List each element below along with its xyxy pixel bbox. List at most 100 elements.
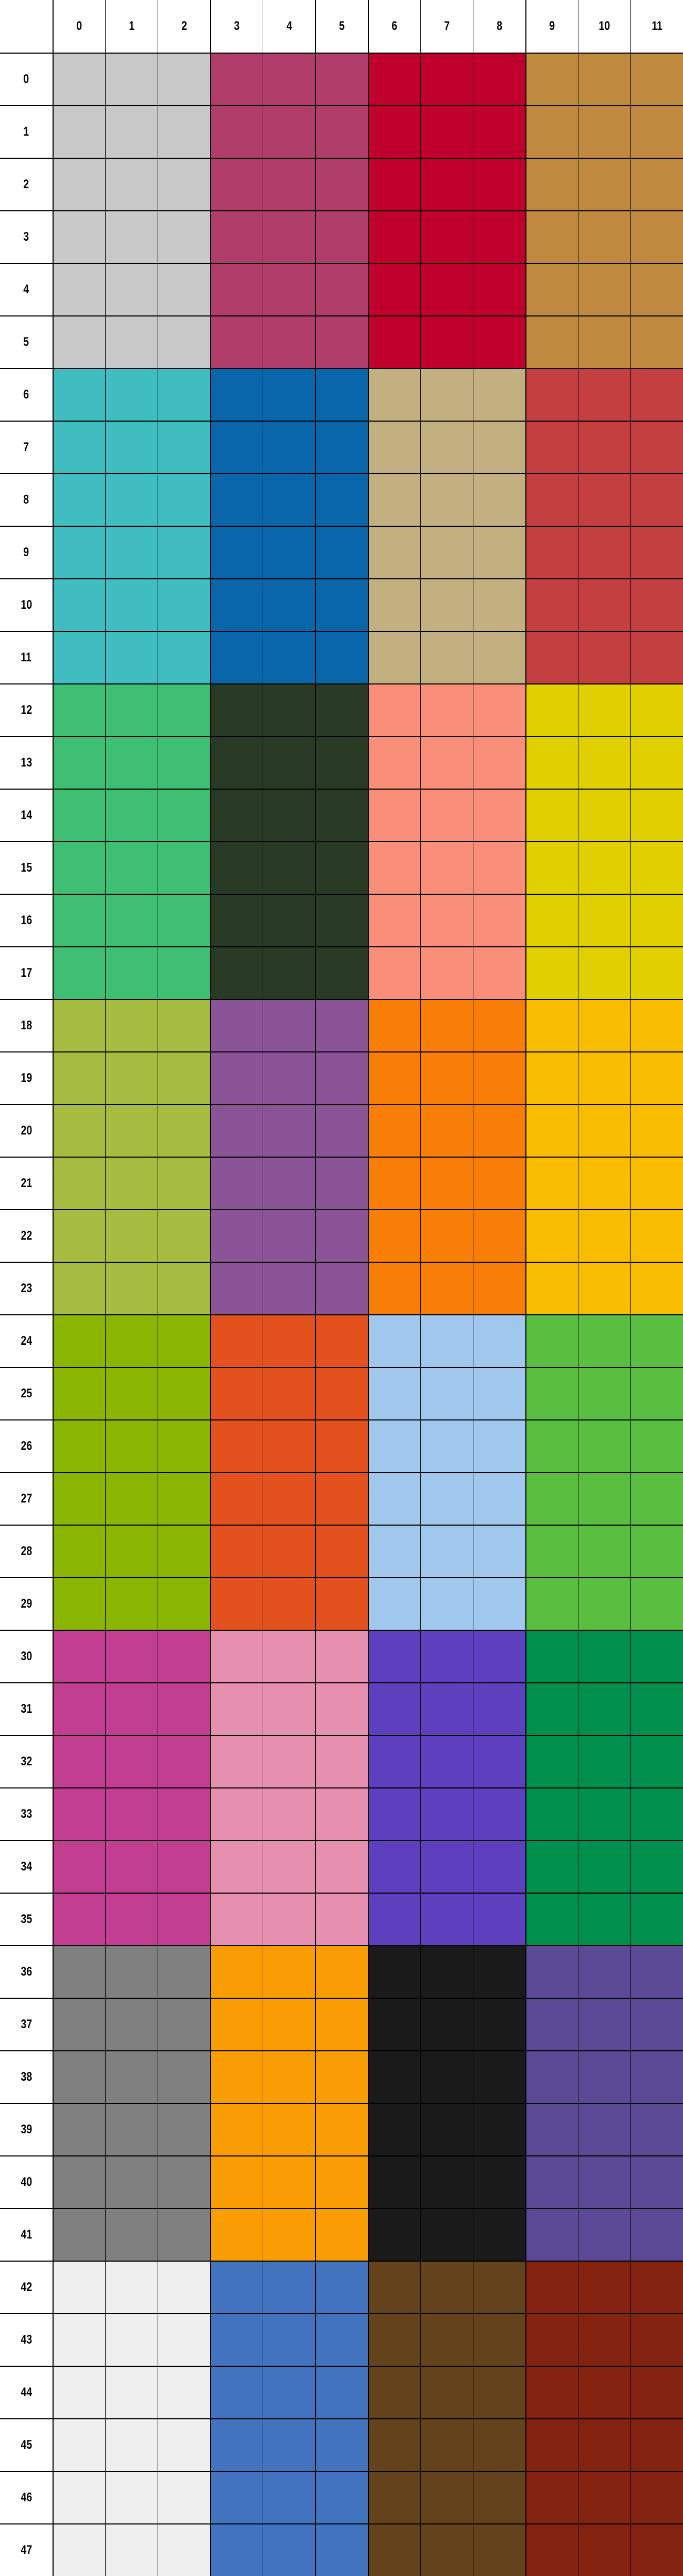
grid-cell[interactable] [158,2261,210,2313]
grid-cell[interactable] [263,53,315,105]
grid-cell[interactable] [263,2103,315,2155]
grid-cell[interactable] [53,473,105,526]
grid-cell[interactable] [210,263,263,315]
grid-cell[interactable] [420,2418,473,2471]
grid-cell[interactable] [210,1998,263,2050]
column-header[interactable]: 3 [210,0,263,53]
grid-cell[interactable] [315,841,368,894]
row-header[interactable]: 32 [0,1735,53,1787]
grid-cell[interactable] [525,2261,578,2313]
grid-cell[interactable] [578,1525,630,1577]
grid-cell[interactable] [473,736,525,789]
grid-cell[interactable] [315,2208,368,2261]
grid-cell[interactable] [315,999,368,1051]
grid-cell[interactable] [368,631,420,683]
grid-cell[interactable] [53,999,105,1051]
grid-cell[interactable] [210,578,263,631]
grid-cell[interactable] [53,421,105,473]
grid-cell[interactable] [630,263,683,315]
row-header[interactable]: 13 [0,736,53,789]
grid-cell[interactable] [473,2208,525,2261]
grid-cell[interactable] [630,1472,683,1525]
grid-cell[interactable] [53,578,105,631]
grid-cell[interactable] [525,946,578,999]
grid-cell[interactable] [420,1630,473,1682]
row-header[interactable]: 23 [0,1262,53,1314]
grid-cell[interactable] [105,2261,158,2313]
grid-cell[interactable] [473,578,525,631]
grid-cell[interactable] [473,1577,525,1630]
grid-cell[interactable] [420,2366,473,2418]
grid-cell[interactable] [315,2050,368,2103]
grid-cell[interactable] [210,526,263,578]
grid-cell[interactable] [210,1472,263,1525]
grid-cell[interactable] [53,1209,105,1262]
grid-cell[interactable] [105,2103,158,2155]
grid-cell[interactable] [473,683,525,736]
grid-cell[interactable] [473,1419,525,1472]
grid-cell[interactable] [158,1472,210,1525]
grid-cell[interactable] [210,1051,263,1104]
row-header[interactable]: 19 [0,1051,53,1104]
grid-cell[interactable] [315,1840,368,1893]
grid-cell[interactable] [263,1630,315,1682]
row-header[interactable]: 44 [0,2366,53,2418]
grid-cell[interactable] [158,2208,210,2261]
grid-cell[interactable] [315,210,368,263]
grid-cell[interactable] [105,2050,158,2103]
grid-cell[interactable] [368,2155,420,2208]
grid-cell[interactable] [525,526,578,578]
grid-cell[interactable] [630,683,683,736]
grid-cell[interactable] [263,1577,315,1630]
grid-cell[interactable] [210,1525,263,1577]
grid-cell[interactable] [578,2103,630,2155]
grid-cell[interactable] [53,894,105,946]
grid-cell[interactable] [315,1314,368,1367]
row-header[interactable]: 3 [0,210,53,263]
grid-cell[interactable] [210,1419,263,1472]
grid-cell[interactable] [263,1104,315,1157]
grid-cell[interactable] [578,105,630,158]
grid-cell[interactable] [578,841,630,894]
grid-cell[interactable] [630,789,683,841]
grid-cell[interactable] [105,1262,158,1314]
row-header[interactable]: 1 [0,105,53,158]
row-header[interactable]: 36 [0,1945,53,1998]
grid-cell[interactable] [525,2208,578,2261]
grid-cell[interactable] [105,1787,158,1840]
grid-cell[interactable] [473,53,525,105]
column-header[interactable]: 2 [158,0,210,53]
grid-cell[interactable] [630,1682,683,1735]
grid-cell[interactable] [525,894,578,946]
grid-cell[interactable] [473,2313,525,2366]
grid-cell[interactable] [263,1419,315,1472]
row-header[interactable]: 8 [0,473,53,526]
grid-cell[interactable] [158,421,210,473]
grid-cell[interactable] [368,1682,420,1735]
grid-cell[interactable] [158,841,210,894]
grid-cell[interactable] [578,473,630,526]
grid-cell[interactable] [315,1472,368,1525]
grid-cell[interactable] [53,2313,105,2366]
row-header[interactable]: 40 [0,2155,53,2208]
grid-cell[interactable] [473,841,525,894]
grid-cell[interactable] [630,1630,683,1682]
grid-cell[interactable] [315,578,368,631]
grid-cell[interactable] [420,2523,473,2576]
row-header[interactable]: 41 [0,2208,53,2261]
grid-cell[interactable] [158,736,210,789]
grid-cell[interactable] [158,1525,210,1577]
grid-cell[interactable] [210,999,263,1051]
grid-cell[interactable] [473,2523,525,2576]
grid-cell[interactable] [53,1998,105,2050]
row-header[interactable]: 7 [0,421,53,473]
grid-cell[interactable] [525,1209,578,1262]
row-header[interactable]: 35 [0,1893,53,1945]
grid-cell[interactable] [315,1893,368,1945]
row-header[interactable]: 0 [0,53,53,105]
grid-cell[interactable] [263,1735,315,1787]
grid-cell[interactable] [578,2313,630,2366]
grid-cell[interactable] [420,683,473,736]
column-header[interactable]: 8 [473,0,525,53]
grid-cell[interactable] [473,421,525,473]
